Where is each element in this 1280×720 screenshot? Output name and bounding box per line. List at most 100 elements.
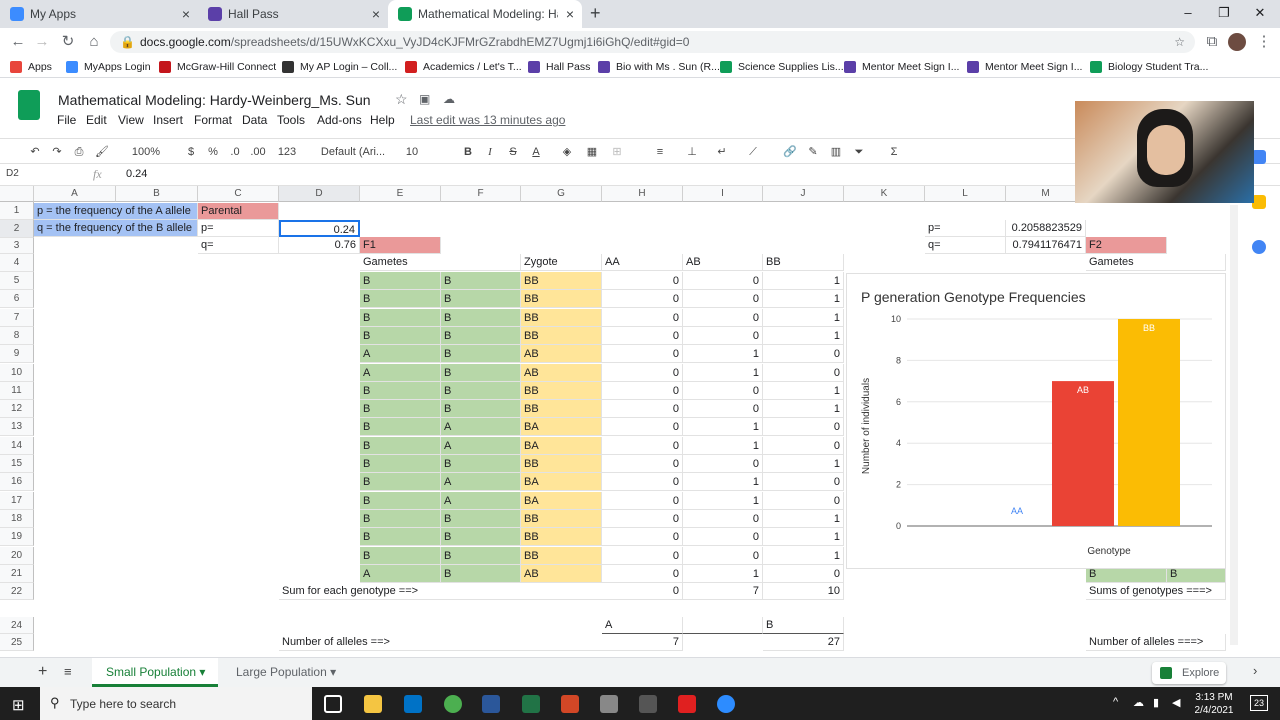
bookmark-bio[interactable]: Bio with Ms . Sun (R...: [598, 59, 720, 75]
reload-icon[interactable]: ↻: [58, 32, 78, 52]
table-cell[interactable]: 1: [763, 547, 844, 565]
bookmark-hall-pass[interactable]: Hall Pass: [528, 59, 590, 75]
powerpoint-icon[interactable]: [561, 695, 579, 713]
row-header[interactable]: 8: [0, 327, 34, 345]
table-cell[interactable]: BA: [521, 473, 602, 491]
menu-edit[interactable]: Edit: [86, 113, 107, 127]
task-view-icon[interactable]: [324, 695, 342, 713]
table-cell[interactable]: BB: [521, 528, 602, 546]
paint-format-icon[interactable]: 🖌: [93, 143, 111, 161]
minimize-icon[interactable]: –: [1170, 0, 1206, 28]
table-cell[interactable]: 0: [683, 382, 763, 400]
row-header[interactable]: 9: [0, 345, 34, 363]
cell-n22[interactable]: Sums of genotypes ===>: [1086, 583, 1226, 600]
horizontal-align-icon[interactable]: ≡: [652, 143, 668, 161]
cell-l2[interactable]: p=: [925, 220, 1006, 237]
table-cell[interactable]: 1: [683, 492, 763, 510]
menu-help[interactable]: Help: [370, 113, 395, 127]
vertical-align-icon[interactable]: ⊥: [684, 143, 700, 161]
table-cell[interactable]: 1: [763, 327, 844, 345]
number-format-select[interactable]: 123: [271, 143, 303, 161]
filter-icon[interactable]: ⏷: [851, 143, 867, 161]
close-tab-icon[interactable]: ×: [566, 6, 574, 22]
all-sheets-icon[interactable]: ≡: [64, 664, 72, 679]
browser-tab-my-apps[interactable]: My Apps ×: [0, 0, 198, 28]
cell-d25[interactable]: Number of alleles ==>: [279, 634, 602, 651]
cell-c1[interactable]: Parental: [198, 203, 279, 220]
table-cell[interactable]: B: [360, 455, 441, 473]
cell-c2[interactable]: p=: [198, 220, 279, 237]
table-cell[interactable]: B: [441, 345, 521, 363]
table-cell[interactable]: BB: [521, 290, 602, 308]
table-cell[interactable]: 0: [602, 473, 683, 491]
table-cell[interactable]: 1: [763, 290, 844, 308]
table-cell[interactable]: B: [360, 492, 441, 510]
cell-j4[interactable]: BB: [763, 254, 844, 271]
font-size-select[interactable]: 10: [402, 143, 422, 161]
col-header-k[interactable]: K: [844, 186, 925, 202]
table-cell[interactable]: BB: [521, 309, 602, 327]
windows-start-icon[interactable]: ⊞: [12, 696, 25, 714]
row-header[interactable]: 22: [0, 583, 34, 600]
table-cell[interactable]: B: [360, 547, 441, 565]
bookmark-mentor-1[interactable]: Mentor Meet Sign I...: [844, 59, 959, 75]
menu-file[interactable]: File: [57, 113, 76, 127]
clock[interactable]: 3:13 PM 2/4/2021: [1192, 691, 1236, 717]
star-icon[interactable]: ☆: [395, 91, 408, 108]
redo-icon[interactable]: ↷: [48, 143, 66, 161]
cell-m2[interactable]: 0.2058823529: [1006, 220, 1086, 237]
cell-d3[interactable]: 0.76: [279, 237, 360, 254]
cell-a2[interactable]: q = the frequency of the B allele: [34, 220, 198, 237]
menu-insert[interactable]: Insert: [153, 113, 183, 127]
table-cell[interactable]: A: [360, 565, 441, 583]
table-cell[interactable]: BA: [521, 492, 602, 510]
table-cell[interactable]: 0: [602, 528, 683, 546]
table-cell[interactable]: 0: [763, 364, 844, 382]
table-cell[interactable]: BB: [521, 382, 602, 400]
profile-avatar[interactable]: [1228, 33, 1246, 51]
row-header[interactable]: 2: [0, 220, 34, 238]
functions-icon[interactable]: Σ: [886, 143, 902, 161]
table-cell[interactable]: AB: [521, 565, 602, 583]
table-cell[interactable]: 0: [602, 364, 683, 382]
col-header-l[interactable]: L: [925, 186, 1006, 202]
row-header[interactable]: 16: [0, 473, 34, 491]
table-cell[interactable]: 0: [602, 290, 683, 308]
row-header[interactable]: 17: [0, 492, 34, 510]
table-cell[interactable]: BB: [521, 400, 602, 418]
table-cell[interactable]: 0: [763, 565, 844, 583]
col-header-f[interactable]: F: [441, 186, 521, 202]
add-sheet-icon[interactable]: +: [38, 663, 47, 681]
chrome-icon[interactable]: [444, 695, 462, 713]
table-cell[interactable]: A: [441, 418, 521, 436]
table-cell[interactable]: A: [360, 345, 441, 363]
table-cell[interactable]: 1: [763, 455, 844, 473]
table-cell[interactable]: B: [441, 510, 521, 528]
currency-button[interactable]: $: [184, 143, 198, 161]
bookmark-mentor-2[interactable]: Mentor Meet Sign I...: [967, 59, 1082, 75]
bookmark-star-icon[interactable]: ☆: [1174, 31, 1185, 53]
table-cell[interactable]: 0: [602, 437, 683, 455]
tray-overflow-icon[interactable]: ^: [1113, 696, 1118, 708]
calendar-addon-icon[interactable]: [1252, 150, 1266, 164]
table-cell[interactable]: B: [360, 528, 441, 546]
sheets-logo-icon[interactable]: [18, 90, 40, 120]
vertical-scrollbar[interactable]: [1230, 205, 1238, 645]
cell-j24[interactable]: B: [763, 617, 844, 634]
bookmark-biology[interactable]: Biology Student Tra...: [1090, 59, 1208, 75]
bookmark-ap[interactable]: My AP Login – Coll...: [282, 59, 397, 75]
table-cell[interactable]: 0: [602, 345, 683, 363]
table-cell[interactable]: B: [441, 382, 521, 400]
table-cell[interactable]: 0: [763, 418, 844, 436]
table-cell[interactable]: 0: [683, 528, 763, 546]
insert-comment-icon[interactable]: ✎: [805, 143, 821, 161]
window-close-icon[interactable]: ✕: [1242, 0, 1278, 28]
cell-d2-selected[interactable]: 0.24: [279, 220, 360, 237]
table-cell[interactable]: 1: [683, 345, 763, 363]
table-cell[interactable]: 0: [763, 492, 844, 510]
table-cell[interactable]: AB: [521, 345, 602, 363]
table-cell[interactable]: 0: [602, 547, 683, 565]
side-panel-toggle-icon[interactable]: ›: [1253, 663, 1257, 678]
bookmark-apps[interactable]: Apps: [10, 59, 52, 75]
table-cell[interactable]: B: [360, 382, 441, 400]
